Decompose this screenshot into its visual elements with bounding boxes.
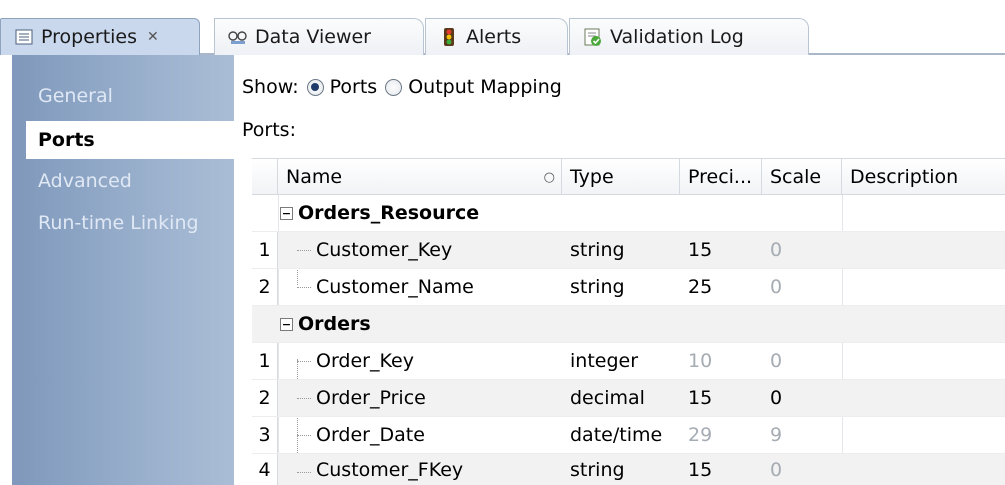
ports-radio-label[interactable]: Ports <box>330 76 378 98</box>
row-number-header <box>252 159 278 195</box>
port-type[interactable]: string <box>562 269 625 305</box>
row-number: 3 <box>252 417 278 453</box>
port-description[interactable] <box>842 343 850 379</box>
tab-data-viewer-label: Data Viewer <box>255 26 371 48</box>
port-type[interactable]: integer <box>562 343 638 379</box>
port-description[interactable] <box>842 269 850 305</box>
port-description[interactable] <box>842 232 850 268</box>
row-number: 1 <box>252 343 278 379</box>
column-header-type[interactable]: Type <box>562 159 680 195</box>
port-name[interactable]: Customer_Key <box>308 232 452 268</box>
port-scale[interactable]: 0 <box>762 343 782 379</box>
port-name[interactable]: Order_Price <box>308 380 426 416</box>
row-number: 2 <box>252 380 278 416</box>
port-precision[interactable]: 10 <box>680 343 712 379</box>
collapse-icon[interactable]: − <box>280 317 293 331</box>
radio-selected-dot <box>311 83 320 91</box>
port-type[interactable]: string <box>562 454 625 485</box>
column-header-name[interactable]: Name ○ <box>278 159 562 195</box>
port-scale[interactable]: 9 <box>762 417 782 453</box>
alerts-icon <box>438 27 460 47</box>
row-number: 1 <box>252 232 278 268</box>
tab-alerts[interactable]: Alerts <box>425 18 568 55</box>
group-name: Orders <box>298 313 371 335</box>
port-name[interactable]: Order_Key <box>308 343 414 379</box>
group-name: Orders_Resource <box>298 202 480 224</box>
port-scale[interactable]: 0 <box>762 380 782 416</box>
sidebar-item-ports[interactable]: Ports <box>26 121 234 159</box>
group-label: − Orders_Resource <box>280 195 479 231</box>
port-name[interactable]: Customer_Name <box>308 269 474 305</box>
table-row[interactable]: 2 Customer_Name string 25 0 <box>252 269 1005 306</box>
close-icon[interactable]: ✕ <box>147 29 159 45</box>
ports-radio[interactable] <box>306 78 324 96</box>
table-header: Name ○ Type Preci... Scale Description <box>252 158 1005 195</box>
show-label: Show: <box>242 76 299 98</box>
group-row-orders-resource[interactable]: − Orders_Resource <box>252 195 1005 232</box>
row-number: 2 <box>252 269 278 305</box>
row-number: 4 <box>252 454 278 485</box>
tab-data-viewer[interactable]: Data Viewer <box>214 18 424 55</box>
port-scale[interactable]: 0 <box>762 232 782 268</box>
tab-validation-log-label: Validation Log <box>610 26 744 48</box>
port-precision[interactable]: 15 <box>680 380 712 416</box>
port-precision[interactable]: 15 <box>680 232 712 268</box>
port-type[interactable]: date/time <box>562 417 662 453</box>
properties-icon <box>13 27 35 47</box>
data-viewer-icon <box>227 27 249 47</box>
column-header-scale[interactable]: Scale <box>762 159 842 195</box>
port-name[interactable]: Order_Date <box>308 417 425 453</box>
port-scale[interactable]: 0 <box>762 454 782 485</box>
table-row[interactable]: 1 Customer_Key string 15 0 <box>252 232 1005 269</box>
port-precision[interactable]: 29 <box>680 417 712 453</box>
port-description[interactable] <box>842 454 850 485</box>
tab-alerts-label: Alerts <box>466 26 522 48</box>
table-row[interactable]: 4 Customer_FKey string 15 0 <box>252 454 1005 485</box>
port-description[interactable] <box>842 417 850 453</box>
ports-table: Name ○ Type Preci... Scale Description −… <box>252 158 1005 485</box>
show-options: Show: Ports Output Mapping <box>242 72 562 102</box>
group-row-orders[interactable]: − Orders <box>252 306 1005 343</box>
validation-log-icon <box>582 27 604 47</box>
column-header-description[interactable]: Description <box>842 159 1005 195</box>
column-header-name-label: Name <box>286 166 343 188</box>
editor-tab-strip: Properties ✕ Data Viewer Alerts Validati… <box>0 18 1005 55</box>
sidebar-item-run-time-linking[interactable]: Run-time Linking <box>12 204 234 242</box>
collapse-icon[interactable]: − <box>280 206 293 220</box>
port-precision[interactable]: 25 <box>680 269 712 305</box>
tab-validation-log[interactable]: Validation Log <box>569 18 809 55</box>
port-precision[interactable]: 15 <box>680 454 712 485</box>
sidebar-item-advanced[interactable]: Advanced <box>12 162 234 200</box>
port-type[interactable]: string <box>562 232 625 268</box>
table-row[interactable]: 1 Order_Key integer 10 0 <box>252 343 1005 380</box>
column-header-precision[interactable]: Preci... <box>680 159 762 195</box>
sort-indicator-icon: ○ <box>543 169 555 185</box>
port-type[interactable]: decimal <box>562 380 645 416</box>
group-label: − Orders <box>280 306 371 342</box>
port-name[interactable]: Customer_FKey <box>308 454 463 485</box>
sidebar-item-general[interactable]: General <box>12 77 234 115</box>
table-row[interactable]: 2 Order_Price decimal 15 0 <box>252 380 1005 417</box>
table-row[interactable]: 3 Order_Date date/time 29 9 <box>252 417 1005 454</box>
output-mapping-radio[interactable] <box>385 78 403 96</box>
ports-section-label: Ports: <box>242 119 296 141</box>
tab-properties[interactable]: Properties ✕ <box>0 18 200 55</box>
port-scale[interactable]: 0 <box>762 269 782 305</box>
output-mapping-radio-label[interactable]: Output Mapping <box>408 76 562 98</box>
properties-sidebar: General Ports Advanced Run-time Linking <box>12 55 234 485</box>
tab-properties-label: Properties <box>41 26 138 48</box>
port-description[interactable] <box>842 380 850 416</box>
